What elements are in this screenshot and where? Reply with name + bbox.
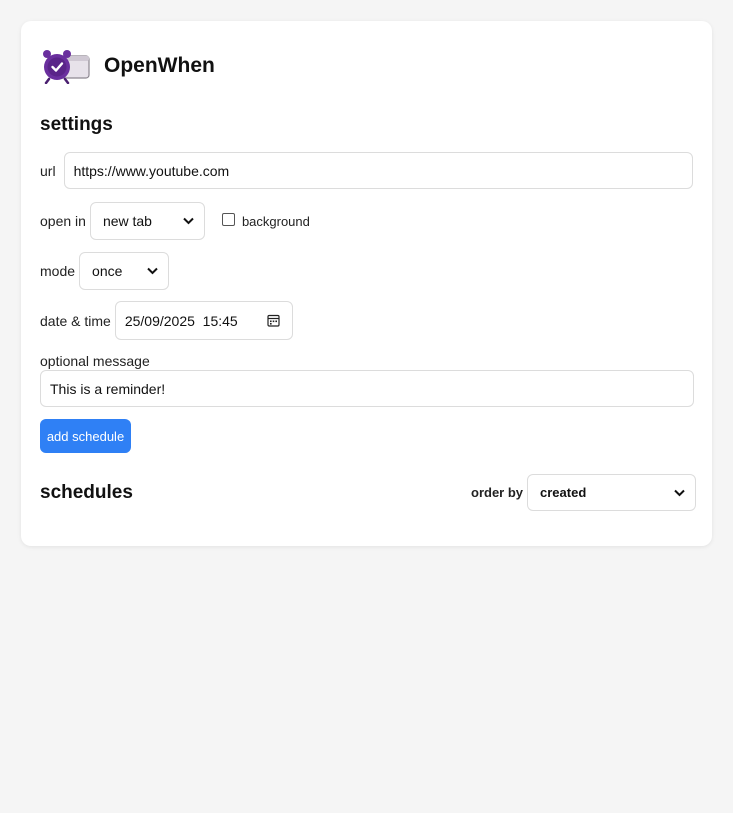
- background-checkbox[interactable]: [221, 212, 235, 226]
- open-in-selected: new tab: [102, 213, 152, 229]
- order-by-select[interactable]: created: [527, 474, 697, 511]
- calendar-icon[interactable]: [267, 314, 280, 327]
- mode-row: mode once: [40, 252, 170, 290]
- open-in-select[interactable]: new tab: [89, 202, 205, 240]
- chevron-down-icon: [147, 267, 158, 275]
- message-label: optional message: [40, 353, 150, 369]
- mode-selected: once: [92, 263, 123, 279]
- datetime-label: date & time: [40, 312, 111, 329]
- datetime-value: 25/09/2025 15:45: [124, 312, 238, 329]
- settings-heading: settings: [40, 114, 113, 135]
- datetime-input[interactable]: 25/09/2025 15:45: [114, 301, 293, 340]
- order-by-row: order by created: [471, 474, 697, 511]
- url-row: url https://www.youtube.com: [40, 152, 693, 189]
- message-value: This is a reminder!: [50, 380, 166, 397]
- chevron-down-icon: [183, 217, 194, 225]
- background-label: background: [241, 213, 310, 229]
- url-label: url: [40, 162, 56, 179]
- message-input[interactable]: This is a reminder!: [40, 370, 694, 407]
- schedules-heading: schedules: [40, 482, 133, 503]
- mode-label: mode: [40, 263, 76, 279]
- order-by-label: order by: [471, 485, 524, 500]
- chevron-down-icon: [674, 489, 685, 496]
- open-in-row: open in new tab background: [40, 202, 310, 240]
- order-by-selected: created: [540, 485, 587, 500]
- settings-card: OpenWhen settings url https://www.youtub…: [21, 21, 712, 546]
- url-input[interactable]: https://www.youtube.com: [63, 152, 693, 189]
- mode-select[interactable]: once: [79, 252, 170, 290]
- datetime-row: date & time 25/09/2025 15:45: [40, 301, 293, 340]
- app-header: OpenWhen: [42, 48, 215, 84]
- app-title: OpenWhen: [104, 54, 215, 77]
- open-in-label: open in: [40, 213, 86, 229]
- add-schedule-button[interactable]: add schedule: [40, 419, 131, 453]
- alarm-clock-window-icon: [43, 50, 90, 84]
- url-value: https://www.youtube.com: [73, 162, 230, 179]
